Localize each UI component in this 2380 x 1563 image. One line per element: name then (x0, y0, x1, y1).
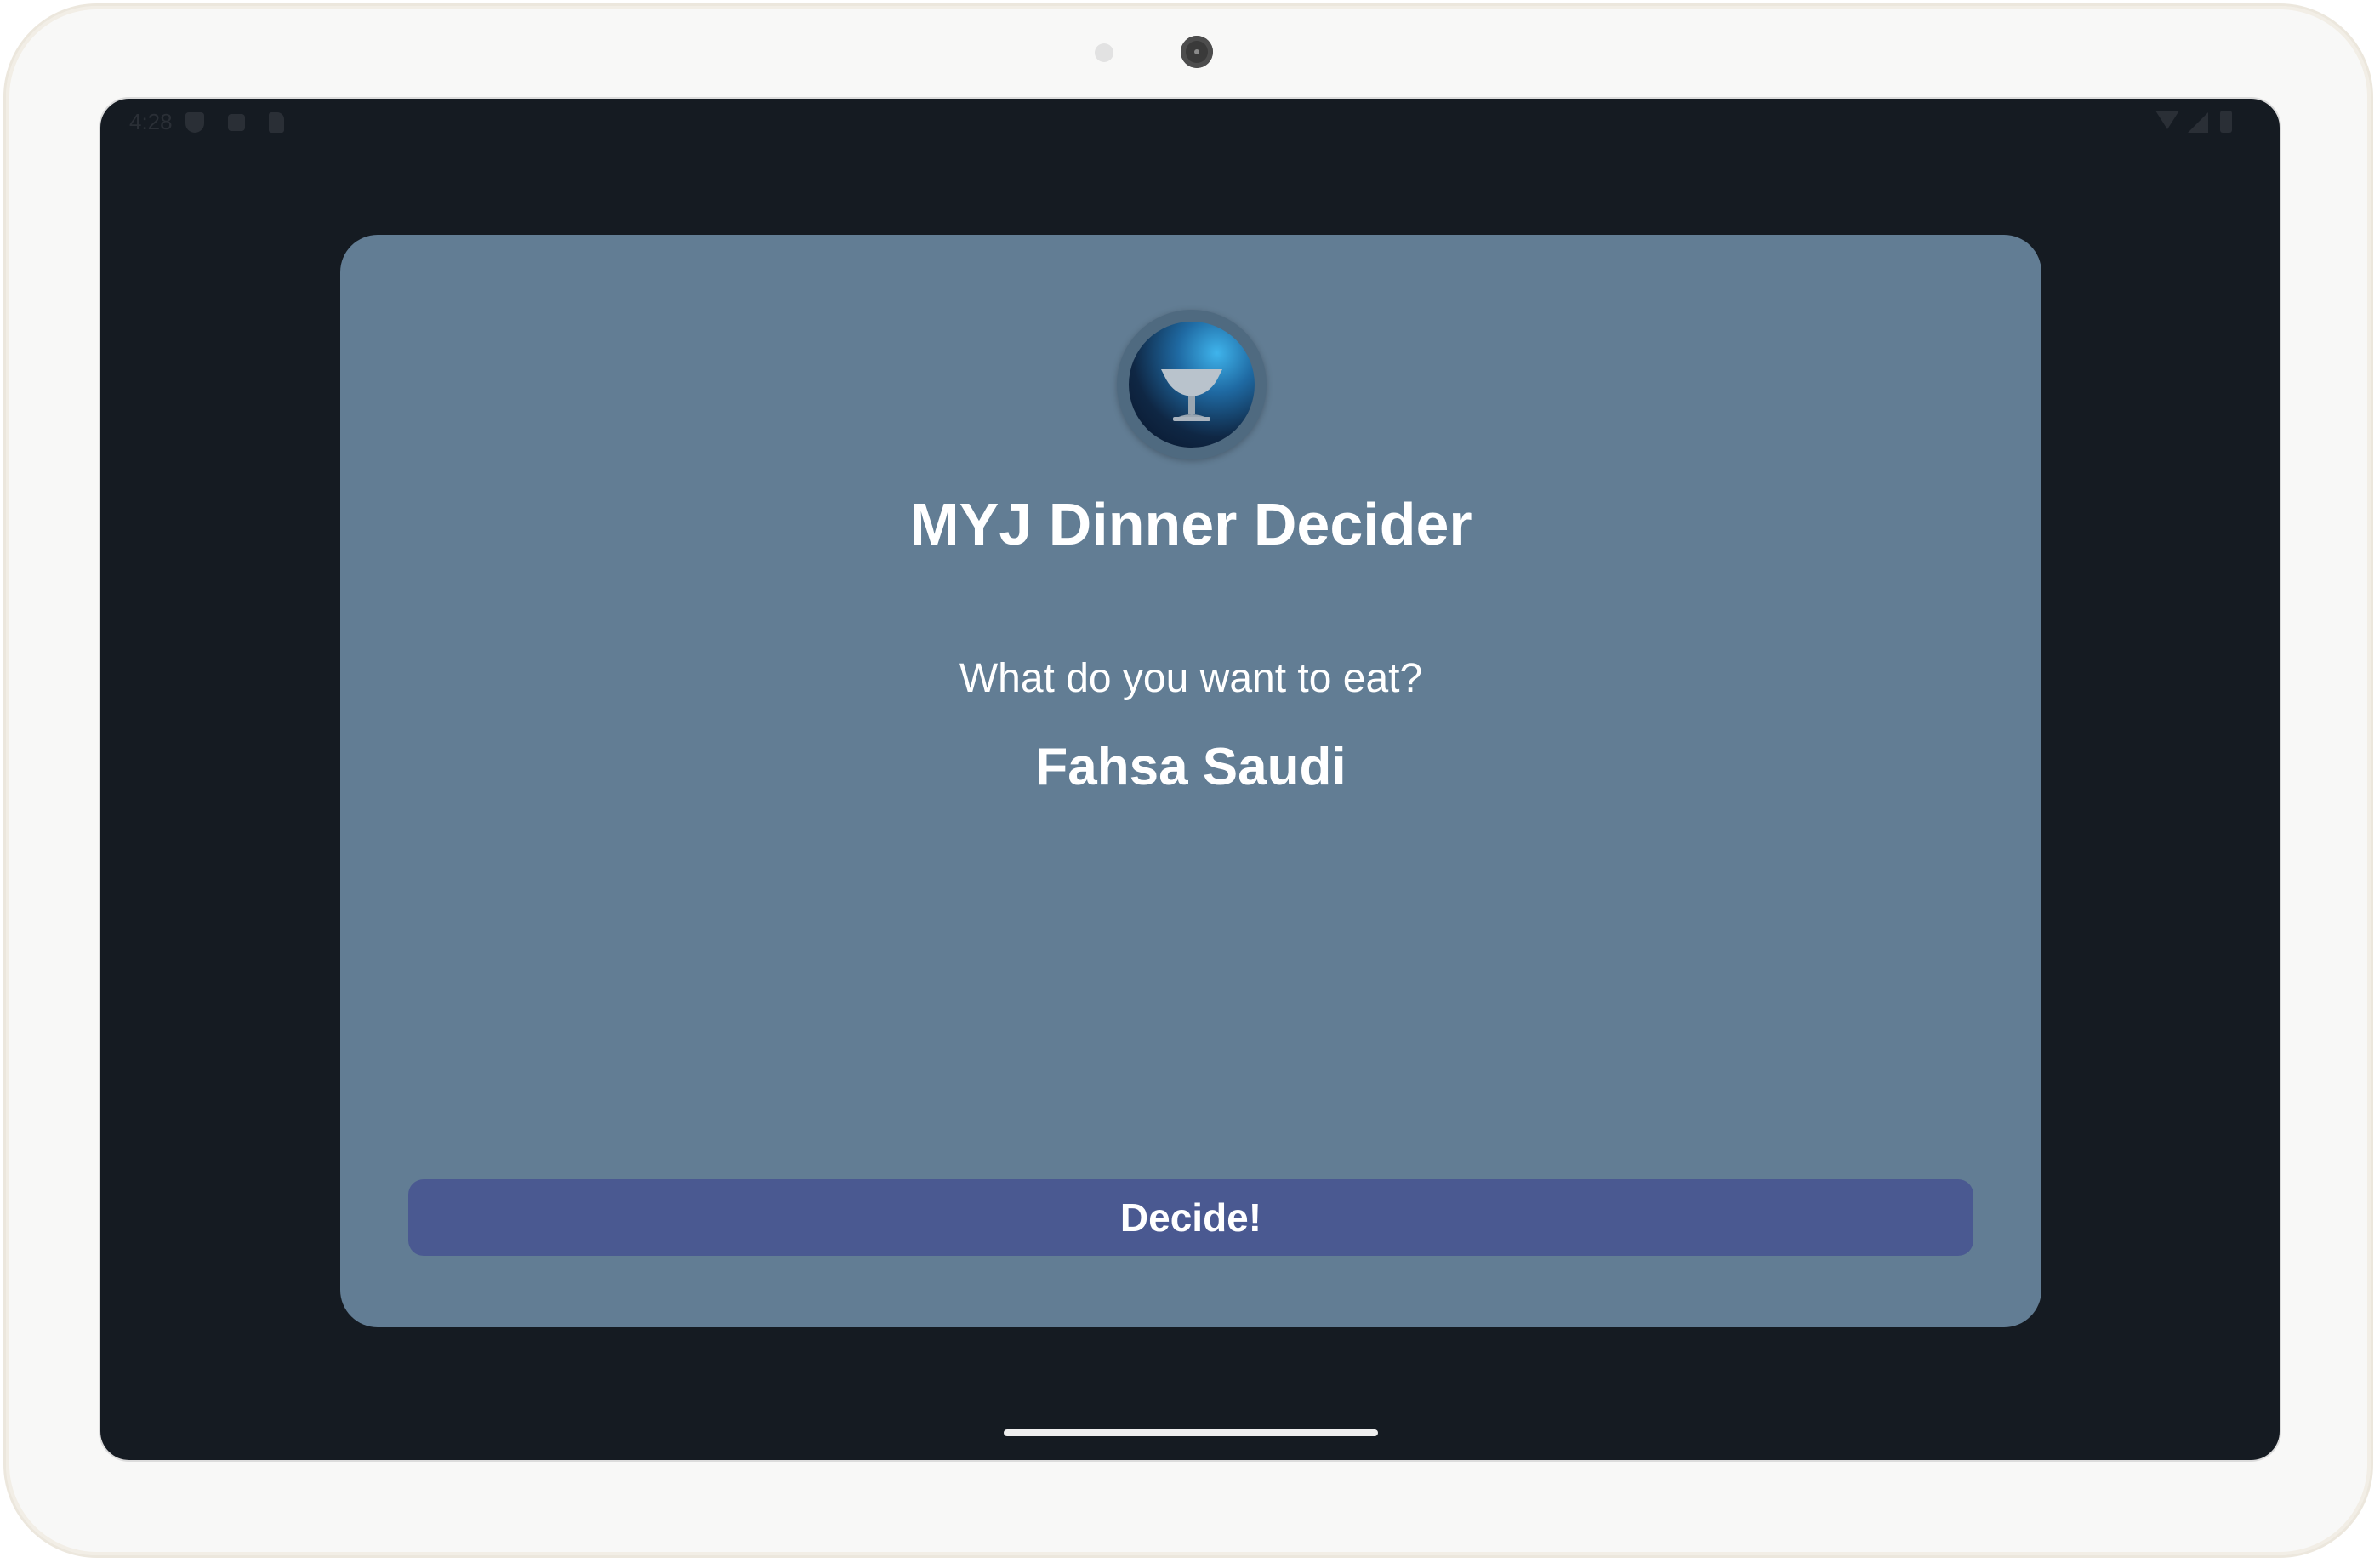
wifi-icon (2155, 111, 2179, 129)
question-label: What do you want to eat? (959, 656, 1423, 701)
decider-card: MYJ Dinner Decider What do you want to e… (340, 235, 2041, 1327)
front-camera (1181, 36, 1213, 68)
app-logo (1117, 310, 1267, 459)
a-icon (228, 114, 245, 131)
home-indicator[interactable] (1004, 1429, 1378, 1436)
app-title: MYJ Dinner Decider (909, 491, 1472, 557)
decide-button[interactable]: Decide! (408, 1179, 1973, 1256)
sensor-dot (1095, 43, 1113, 62)
screen: 4:28 MYJ Dinner Decider What do you want… (99, 97, 2281, 1462)
signal-icon (2188, 112, 2208, 133)
dessert-glass-icon (1129, 322, 1255, 448)
status-time: 4:28 (129, 109, 173, 134)
battery-icon (2220, 111, 2232, 133)
decision-result: Fahsa Saudi (1035, 738, 1347, 796)
sd-card-icon (269, 112, 284, 133)
status-bar: 4:28 (100, 99, 2280, 146)
shield-icon (185, 112, 204, 133)
